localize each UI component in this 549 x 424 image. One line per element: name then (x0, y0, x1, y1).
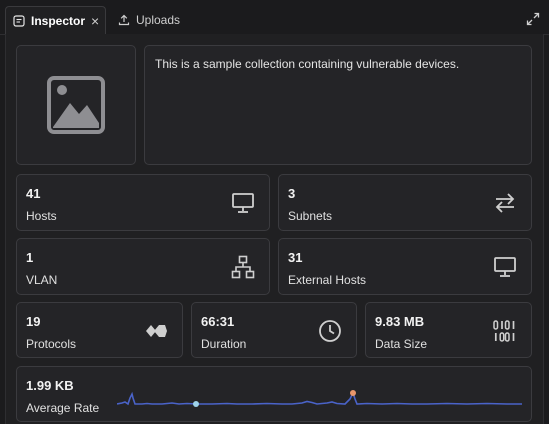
stat-duration[interactable]: 66:31 Duration (191, 302, 357, 358)
inspector-icon (13, 14, 25, 27)
vlan-value: 1 (26, 250, 34, 265)
clock-icon (319, 320, 341, 342)
protocols-value: 19 (26, 314, 41, 329)
stat-data-size[interactable]: 9.83 MB Data Size (365, 302, 532, 358)
stat-average-rate[interactable]: 1.99 KB Average Rate (16, 366, 532, 422)
expand-icon[interactable] (526, 12, 540, 26)
sparkline-line (117, 390, 522, 406)
network-tree-icon (231, 255, 255, 279)
image-placeholder-icon (47, 76, 105, 134)
hosts-value: 41 (26, 186, 41, 201)
tab-bar: Inspector × Uploads (0, 0, 549, 35)
subnets-value: 3 (288, 186, 296, 201)
stat-external-hosts[interactable]: 31 External Hosts (278, 238, 532, 295)
monitor-icon (232, 193, 254, 213)
hosts-label: Hosts (26, 209, 57, 223)
description-text: This is a sample collection containing v… (155, 57, 460, 71)
duration-value: 66:31 (201, 314, 235, 329)
data-size-value: 9.83 MB (375, 314, 425, 329)
average-rate-label: Average Rate (26, 401, 100, 415)
vlan-label: VLAN (26, 273, 58, 287)
collection-thumbnail (16, 45, 136, 165)
tab-inspector[interactable]: Inspector × (5, 6, 106, 34)
monitor-icon (494, 257, 516, 277)
tab-uploads[interactable]: Uploads (118, 6, 180, 33)
external-hosts-label: External Hosts (288, 273, 367, 287)
protocols-icon (146, 325, 167, 337)
inspector-panel: This is a sample collection containing v… (5, 34, 544, 424)
data-size-label: Data Size (375, 337, 428, 351)
subnets-label: Subnets (288, 209, 333, 223)
average-rate-value: 1.99 KB (26, 378, 74, 393)
rate-sparkline (117, 390, 522, 407)
stat-protocols[interactable]: 19 Protocols (16, 302, 183, 358)
peak-marker (350, 390, 356, 396)
duration-label: Duration (201, 337, 247, 351)
external-hosts-value: 31 (288, 250, 303, 265)
close-icon[interactable]: × (91, 14, 99, 28)
tab-inspector-label: Inspector (31, 13, 86, 28)
tab-uploads-label: Uploads (136, 12, 181, 27)
arrows-swap-icon (495, 193, 515, 213)
collection-description: This is a sample collection containing v… (144, 45, 532, 165)
upload-icon (118, 14, 130, 26)
stat-subnets[interactable]: 3 Subnets (278, 174, 532, 231)
protocols-label: Protocols (26, 337, 77, 351)
binary-icon (493, 320, 515, 342)
stat-hosts[interactable]: 41 Hosts (16, 174, 270, 231)
stat-vlan[interactable]: 1 VLAN (16, 238, 270, 295)
low-marker (193, 401, 199, 407)
